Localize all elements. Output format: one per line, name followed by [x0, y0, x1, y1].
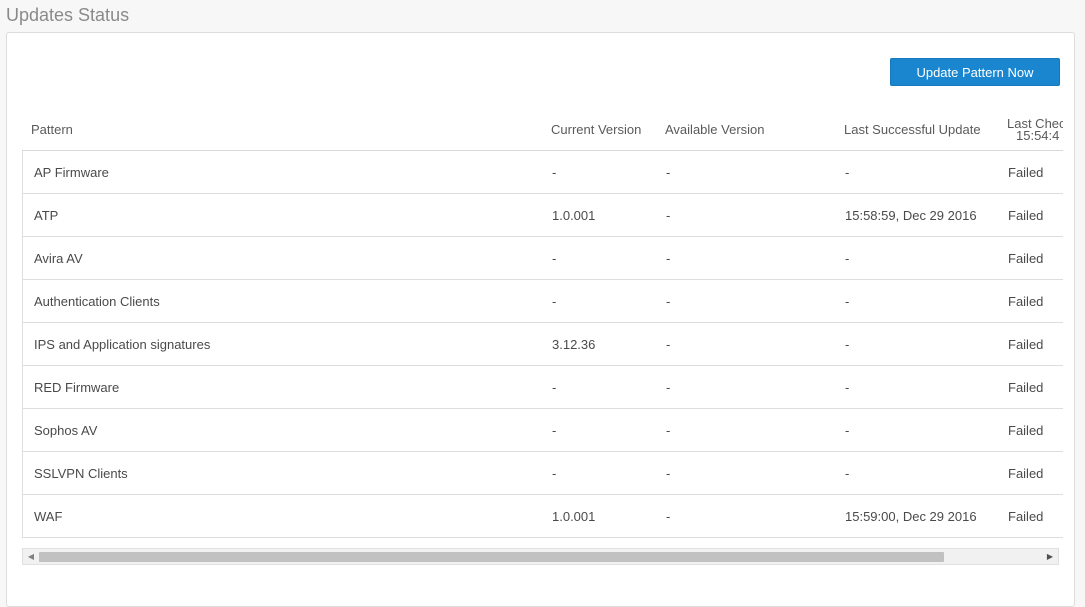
updates-table-viewport[interactable]: Pattern Current Version Available Versio… [22, 108, 1063, 548]
cell-last-successful-update: 15:59:00, Dec 29 2016 [845, 509, 977, 524]
cell-last-successful-update: - [845, 380, 850, 395]
cell-available-version: - [666, 380, 671, 395]
cell-available-version: - [666, 251, 671, 266]
cell-last-successful-update: - [845, 337, 850, 352]
cell-pattern: RED Firmware [34, 380, 120, 395]
cell-available-version: - [666, 165, 671, 180]
cell-last-successful-update: - [845, 165, 850, 180]
table-row[interactable]: ATP 1.0.001 - 15:58:59, Dec 29 2016 Failed [22, 194, 1063, 237]
cell-last-check-status: Failed [1008, 251, 1044, 266]
header-pattern[interactable]: Pattern [31, 108, 73, 150]
table-row[interactable]: SSLVPN Clients - - - Failed [22, 452, 1063, 495]
scroll-right-arrow-icon[interactable]: ▶ [1043, 549, 1057, 564]
cell-last-check-status: Failed [1008, 208, 1044, 223]
cell-last-check-status: Failed [1008, 509, 1044, 524]
cell-current-version: - [552, 423, 557, 438]
scroll-left-arrow-icon[interactable]: ◀ [24, 549, 38, 564]
cell-current-version: - [552, 294, 557, 309]
table-row[interactable]: RED Firmware - - - Failed [22, 366, 1063, 409]
cell-last-check-status: Failed [1008, 380, 1044, 395]
scrollbar-thumb[interactable] [39, 552, 944, 562]
table-row[interactable]: Authentication Clients - - - Failed [22, 280, 1063, 323]
cell-available-version: - [666, 423, 671, 438]
cell-last-check-status: Failed [1008, 466, 1044, 481]
cell-last-check-status: Failed [1008, 423, 1044, 438]
update-pattern-now-button[interactable]: Update Pattern Now [890, 58, 1060, 86]
cell-last-successful-update: - [845, 294, 850, 309]
cell-available-version: - [666, 294, 671, 309]
cell-current-version: - [552, 251, 557, 266]
cell-pattern: SSLVPN Clients [34, 466, 128, 481]
cell-pattern: IPS and Application signatures [34, 337, 211, 352]
cell-last-successful-update: - [845, 423, 850, 438]
cell-pattern: Authentication Clients [34, 294, 160, 309]
table-row[interactable]: IPS and Application signatures 3.12.36 - - F… [22, 323, 1063, 366]
cell-last-successful-update: - [845, 251, 850, 266]
cell-current-version: 3.12.36 [552, 337, 596, 352]
cell-pattern: AP Firmware [34, 165, 109, 180]
table-row[interactable]: AP Firmware - - - Failed [22, 151, 1063, 194]
header-current-version[interactable]: Current Version [551, 108, 641, 150]
cell-available-version: - [666, 208, 671, 223]
table-body: AP Firmware - - - Failed ATP 1.0.001 - 15:58:59,… [22, 151, 1063, 538]
page-title: Updates Status [6, 5, 130, 25]
cell-pattern: Sophos AV [34, 423, 98, 438]
cell-available-version: - [666, 337, 671, 352]
cell-last-check-status: Failed [1008, 337, 1044, 352]
cell-current-version: - [552, 165, 557, 180]
cell-last-check-status: Failed [1008, 165, 1044, 180]
table-row[interactable]: Sophos AV - - - Failed [22, 409, 1063, 452]
header-available-version[interactable]: Available Version [665, 108, 765, 150]
cell-last-successful-update: 15:58:59, Dec 29 2016 [845, 208, 977, 223]
table-row[interactable]: WAF 1.0.001 - 15:59:00, Dec 29 2016 Failed [22, 495, 1063, 538]
cell-pattern: Avira AV [34, 251, 83, 266]
cell-available-version: - [666, 509, 671, 524]
header-last-check-time: 15:54:4 [1016, 128, 1060, 143]
cell-current-version: 1.0.001 [552, 509, 596, 524]
cell-pattern: ATP [34, 208, 59, 223]
cell-last-check-status: Failed [1008, 294, 1044, 309]
updates-table: Pattern Current Version Available Versio… [22, 108, 1063, 538]
table-row[interactable]: Avira AV - - - Failed [22, 237, 1063, 280]
cell-available-version: - [666, 466, 671, 481]
cell-current-version: 1.0.001 [552, 208, 596, 223]
table-header: Pattern Current Version Available Versio… [22, 108, 1063, 151]
cell-last-successful-update: - [845, 466, 850, 481]
cell-pattern: WAF [34, 509, 63, 524]
header-last-successful-update[interactable]: Last Successful Update [844, 108, 981, 150]
cell-current-version: - [552, 380, 557, 395]
cell-current-version: - [552, 466, 557, 481]
header-last-check[interactable]: Last Chec 15:54:4 [1007, 109, 1063, 151]
horizontal-scrollbar[interactable]: ◀ ▶ [22, 548, 1059, 565]
